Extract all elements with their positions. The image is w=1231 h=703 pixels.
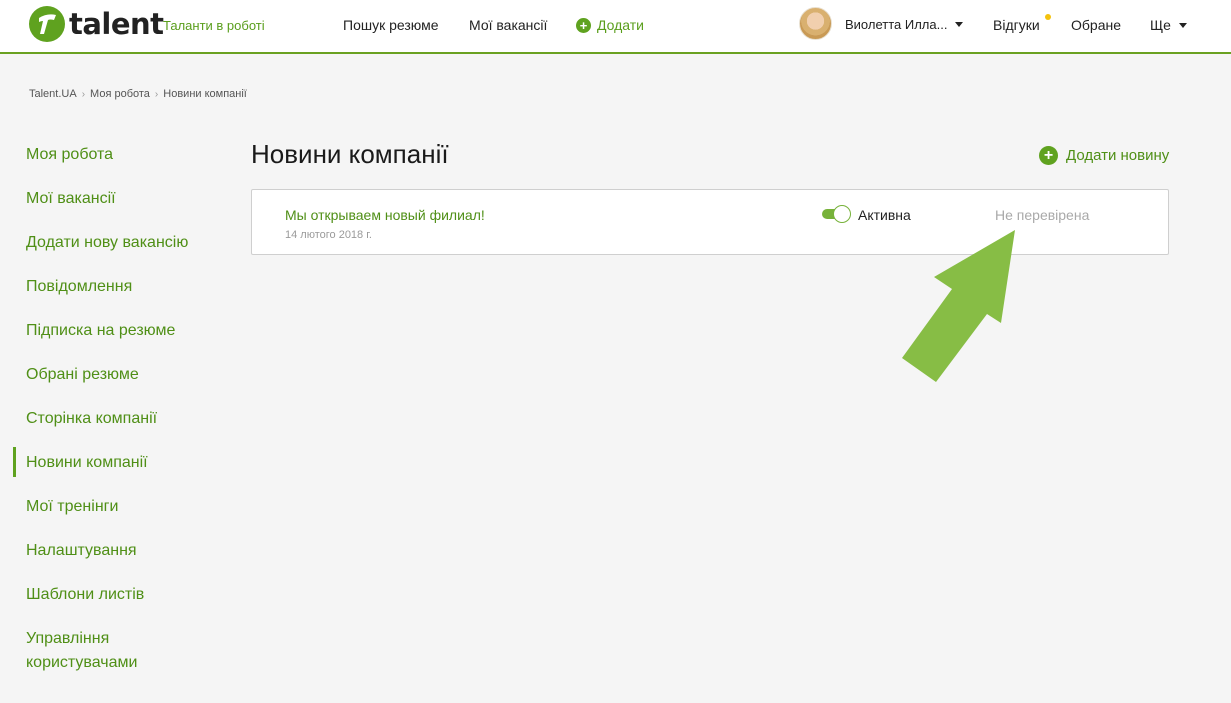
sidebar-item-company-news[interactable]: Новини компанії [26,451,148,475]
news-card: Мы открываем новый филиал! 14 лютого 201… [251,189,1169,255]
sidebar-active-indicator [13,447,16,477]
top-header: talent Таланти в роботі Пошук резюме Мої… [0,0,1231,54]
nav-my-vacancies[interactable]: Мої вакансії [469,17,547,33]
toggle-knob [833,205,851,223]
tagline: Таланти в роботі [163,18,265,33]
sidebar-item-favorite-resumes[interactable]: Обрані резюме [26,363,139,387]
plus-icon: + [1039,146,1058,165]
sidebar-item-messages[interactable]: Повідомлення [26,275,132,299]
nav-more-menu[interactable]: Ще [1150,17,1187,33]
nav-add-label: Додати [597,17,644,33]
news-title-link[interactable]: Мы открываем новый филиал! [285,207,485,223]
nav-more-label: Ще [1150,17,1171,33]
breadcrumb-separator-icon: › [154,88,159,100]
news-date: 14 лютого 2018 г. [285,229,372,241]
arrow-annotation [902,230,1015,382]
add-news-button[interactable]: + Додати новину [1039,146,1169,165]
breadcrumb-item-my-work[interactable]: Моя робота [90,88,150,100]
breadcrumb-item-home[interactable]: Talent.UA [29,88,77,100]
user-name: Виолетта Илла... [845,17,948,32]
sidebar-item-my-trainings[interactable]: Мої тренінги [26,495,118,519]
sidebar-item-letter-templates[interactable]: Шаблони листів [26,583,144,607]
add-news-label: Додати новину [1066,147,1170,164]
active-toggle[interactable] [822,205,852,223]
sidebar-item-resume-subscription[interactable]: Підписка на резюме [26,319,175,343]
logo-text: talent [69,7,164,41]
sidebar-item-company-page[interactable]: Сторінка компанії [26,407,157,431]
breadcrumb-separator-icon: › [81,88,86,100]
page-title: Новини компанії [251,139,449,169]
logo-icon [29,6,65,42]
sidebar-item-settings[interactable]: Налаштування [26,539,137,563]
plus-icon: + [576,17,591,33]
sidebar-item-my-vacancies[interactable]: Мої вакансії [26,187,116,211]
sidebar-item-add-vacancy[interactable]: Додати нову вакансію [26,231,188,255]
breadcrumb-item-current: Новини компанії [163,88,247,100]
chevron-down-icon [955,22,964,27]
moderation-status: Не перевірена [995,207,1090,223]
user-menu[interactable]: Виолетта Илла... [845,17,964,32]
chevron-down-icon [1178,22,1187,28]
nav-search-resume[interactable]: Пошук резюме [343,17,439,33]
active-toggle-label: Активна [858,207,911,223]
avatar[interactable] [799,7,832,40]
breadcrumb: Talent.UA › Моя робота › Новини компанії [29,88,247,100]
nav-favorites[interactable]: Обране [1071,17,1121,33]
nav-add-button[interactable]: + Додати [576,17,644,33]
sidebar-item-my-work[interactable]: Моя робота [26,143,113,167]
sidebar-item-user-management[interactable]: Управління користувачами [26,627,166,675]
logo[interactable]: talent [29,6,164,42]
notification-dot [1045,14,1051,20]
nav-reviews[interactable]: Відгуки [993,17,1040,33]
